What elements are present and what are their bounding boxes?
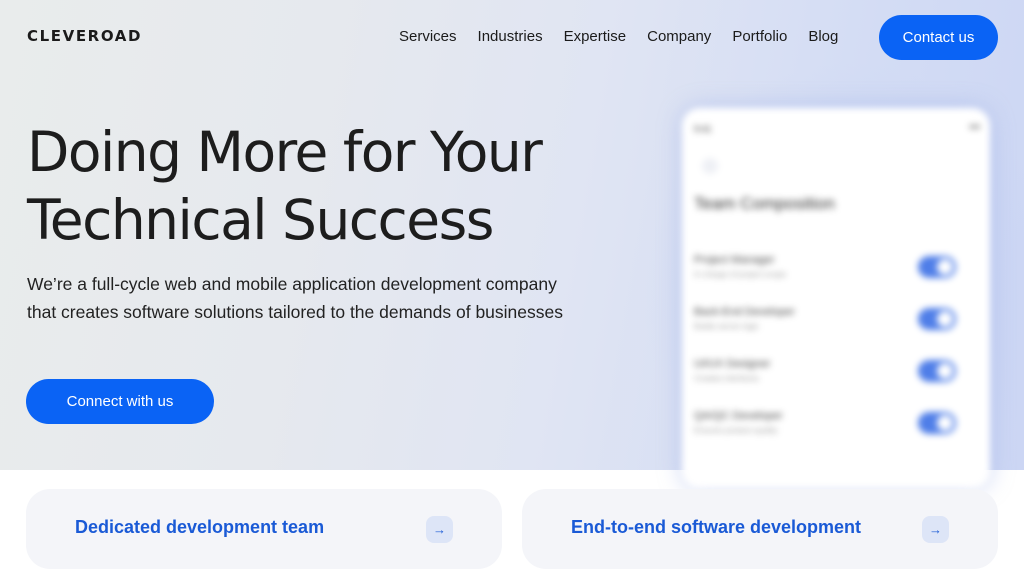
nav-blog[interactable]: Blog bbox=[808, 28, 838, 45]
nav-services[interactable]: Services bbox=[399, 28, 457, 45]
phone-status-icons: ▪▪▪ bbox=[969, 122, 980, 133]
toggle-switch bbox=[918, 360, 956, 382]
hero-subtext: We’re a full-cycle web and mobile applic… bbox=[27, 270, 667, 326]
arrow-right-icon[interactable]: → bbox=[922, 516, 949, 543]
card-title: Dedicated development team bbox=[75, 517, 325, 537]
nav-industries[interactable]: Industries bbox=[478, 28, 543, 45]
hero-headline: Doing More for Your Technical Success bbox=[27, 118, 667, 254]
toggle-switch bbox=[918, 256, 956, 278]
main-nav: Services Industries Expertise Company Po… bbox=[399, 28, 859, 45]
toggle-switch bbox=[918, 412, 956, 434]
toggle-switch bbox=[918, 308, 956, 330]
subtext-line-1: We’re a full-cycle web and mobile applic… bbox=[27, 274, 557, 294]
end-to-end-card[interactable]: End-to-end software development → bbox=[522, 489, 998, 569]
dedicated-team-card[interactable]: Dedicated development team → bbox=[26, 489, 502, 569]
phone-list-item: Project Manager In charge of project sco… bbox=[694, 254, 974, 288]
headline-line-2: Technical Success bbox=[27, 188, 494, 252]
phone-list-item: Back-End Developer Builds server logic bbox=[694, 306, 974, 340]
logo[interactable]: CLEVEROAD bbox=[27, 27, 142, 45]
phone-mockup: 9:41 ▪▪▪ Team Composition Project Manage… bbox=[682, 108, 990, 488]
nav-expertise[interactable]: Expertise bbox=[564, 28, 627, 45]
phone-list-item: QA/QC Developer Ensures product quality bbox=[694, 410, 974, 444]
headline-line-1: Doing More for Your bbox=[27, 120, 543, 184]
card-title: End-to-end software development bbox=[571, 517, 862, 537]
phone-status-time: 9:41 bbox=[694, 124, 712, 134]
nav-company[interactable]: Company bbox=[647, 28, 711, 45]
subtext-line-2: that creates software solutions tailored… bbox=[27, 302, 563, 322]
back-arrow-icon bbox=[702, 158, 718, 174]
phone-list-item: UI/UX Designer Creates interfaces bbox=[694, 358, 974, 392]
connect-with-us-button[interactable]: Connect with us bbox=[26, 379, 214, 424]
contact-us-button[interactable]: Contact us bbox=[879, 15, 998, 60]
nav-portfolio[interactable]: Portfolio bbox=[732, 28, 787, 45]
phone-screen-title: Team Composition bbox=[694, 194, 835, 213]
arrow-right-icon[interactable]: → bbox=[426, 516, 453, 543]
